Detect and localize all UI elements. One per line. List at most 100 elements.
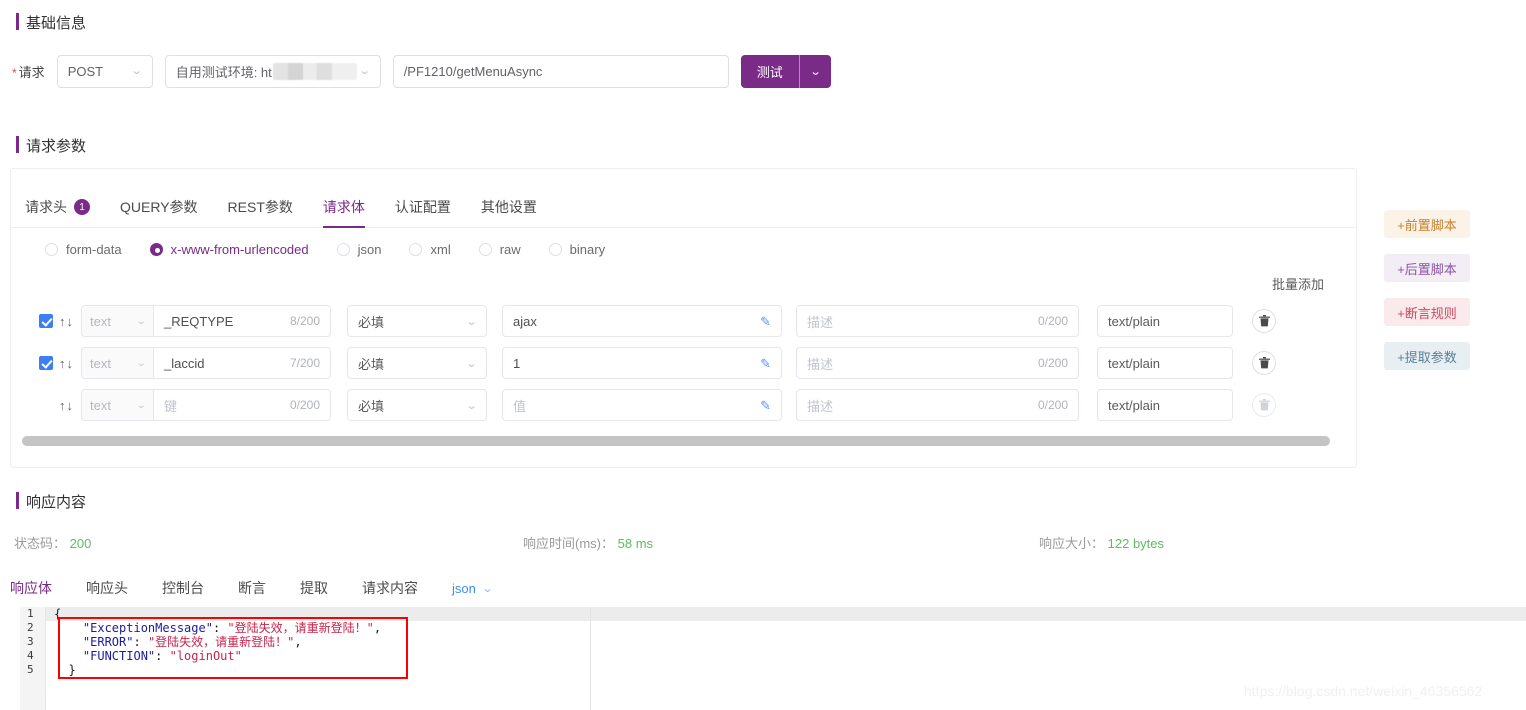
- environment-select[interactable]: 自用测试环境: ht ⌄: [164, 55, 381, 88]
- delete-row-button[interactable]: [1252, 351, 1276, 375]
- params-horizontal-scrollbar[interactable]: [22, 436, 1330, 446]
- url-input[interactable]: /PF1210/getMenuAsync: [392, 55, 729, 88]
- param-row-list: ↑ ↓ text ⌄ _REQTYPE 8/200 必填 ⌄ ajax ✎ 描述 0/200 text/…: [11, 300, 1356, 426]
- response-format-value: json: [452, 580, 476, 596]
- radio-dot-icon: [149, 243, 163, 256]
- response-tab-4[interactable]: 提取: [300, 578, 328, 598]
- move-down-icon[interactable]: ↓: [67, 356, 74, 371]
- param-type-select[interactable]: text ⌄: [81, 305, 153, 337]
- move-up-icon[interactable]: ↑: [59, 356, 66, 371]
- body-type-radio-0[interactable]: form-data: [45, 242, 122, 257]
- param-desc-input[interactable]: 描述 0/200: [796, 389, 1079, 421]
- trash-icon: [1258, 315, 1270, 327]
- request-params-title-text: 请求参数: [26, 138, 87, 155]
- move-down-icon[interactable]: ↓: [67, 398, 74, 413]
- param-desc-input[interactable]: 描述 0/200: [796, 347, 1079, 379]
- body-type-radio-2[interactable]: json: [336, 242, 381, 257]
- body-type-radio-4[interactable]: raw: [478, 242, 521, 257]
- trash-icon: [1258, 399, 1270, 411]
- response-tab-1[interactable]: 响应头: [86, 578, 128, 598]
- param-enable-checkbox[interactable]: [39, 356, 53, 370]
- radio-dot-icon: [548, 243, 562, 256]
- body-type-label: raw: [499, 242, 521, 257]
- param-tab-3[interactable]: 请求体: [322, 197, 365, 228]
- script-action-button-3[interactable]: +提取参数: [1384, 342, 1470, 370]
- param-tab-badge: 1: [74, 199, 90, 215]
- param-key-input[interactable]: _REQTYPE 8/200: [153, 305, 331, 337]
- edit-pencil-icon[interactable]: ✎: [760, 357, 771, 370]
- param-tab-1[interactable]: QUERY参数: [120, 197, 198, 227]
- param-type-select[interactable]: text ⌄: [81, 389, 153, 421]
- param-required-select[interactable]: 必填 ⌄: [347, 305, 487, 337]
- body-type-radio-3[interactable]: xml: [409, 242, 451, 257]
- param-tab-label: 认证配置: [394, 199, 451, 215]
- param-content-type-input[interactable]: text/plain: [1097, 305, 1233, 337]
- radio-dot-icon: [336, 243, 350, 256]
- editor-code-line: {: [54, 607, 381, 621]
- param-tab-label: 请求头: [25, 199, 67, 215]
- move-down-icon[interactable]: ↓: [67, 314, 74, 329]
- param-value-input[interactable]: ajax ✎: [502, 305, 782, 337]
- chevron-down-icon: ⌄: [135, 399, 147, 411]
- code-token: :: [133, 635, 148, 649]
- chevron-down-icon[interactable]: ⌄: [795, 65, 836, 78]
- body-type-radio-1[interactable]: x-www-from-urlencoded: [149, 242, 309, 257]
- request-label-text: 请求: [18, 65, 45, 80]
- response-format-select[interactable]: json ⌄: [452, 580, 493, 596]
- move-up-icon[interactable]: ↑: [59, 398, 66, 413]
- editor-line-number: 2: [27, 621, 34, 634]
- param-desc-input[interactable]: 描述 0/200: [796, 305, 1079, 337]
- editor-line-number-gutter: 12345: [20, 607, 46, 710]
- param-required-value: 必填: [358, 398, 385, 414]
- chevron-down-icon: ⌄: [465, 357, 478, 370]
- code-token: "ERROR": [82, 635, 134, 649]
- redacted-host-block: [272, 63, 357, 80]
- param-row: ↑ ↓ text ⌄ 键 0/200 必填 ⌄ 值 ✎ 描述 0/200 text/plain: [11, 384, 1356, 426]
- response-size-meta: 响应大小： 122 bytes: [1039, 533, 1164, 552]
- send-test-button[interactable]: 测试 ⌄: [740, 55, 831, 88]
- response-tab-3[interactable]: 断言: [238, 578, 266, 598]
- param-tab-5[interactable]: 其他设置: [481, 197, 537, 227]
- param-key-value: _REQTYPE: [164, 313, 234, 329]
- http-method-select[interactable]: POST ⌄: [56, 55, 153, 88]
- response-size-label: 响应大小：: [1039, 536, 1105, 551]
- code-token: {: [54, 607, 62, 621]
- param-tab-4[interactable]: 认证配置: [395, 197, 451, 227]
- param-key-input[interactable]: 键 0/200: [153, 389, 331, 421]
- param-enable-checkbox[interactable]: [39, 314, 53, 328]
- param-required-select[interactable]: 必填 ⌄: [347, 347, 487, 379]
- delete-row-button[interactable]: [1252, 309, 1276, 333]
- response-tab-0[interactable]: 响应体: [10, 578, 52, 598]
- param-tab-label: QUERY参数: [120, 199, 198, 215]
- param-key-value: 键: [164, 398, 178, 414]
- script-action-button-0[interactable]: +前置脚本: [1384, 210, 1470, 238]
- param-required-value: 必填: [358, 356, 385, 372]
- edit-pencil-icon[interactable]: ✎: [760, 399, 771, 412]
- param-content-type-input[interactable]: text/plain: [1097, 389, 1233, 421]
- script-action-button-1[interactable]: +后置脚本: [1384, 254, 1470, 282]
- param-value-input[interactable]: 1 ✎: [502, 347, 782, 379]
- param-value-input[interactable]: 值 ✎: [502, 389, 782, 421]
- status-code-label: 状态码：: [14, 536, 67, 551]
- batch-add-link[interactable]: 批量添加: [1272, 274, 1324, 293]
- param-key-input[interactable]: _laccid 7/200: [153, 347, 331, 379]
- param-tab-label: REST参数: [227, 199, 293, 215]
- param-content-type-value: text/plain: [1108, 397, 1161, 413]
- param-tab-0[interactable]: 请求头 1: [25, 197, 90, 227]
- move-up-icon[interactable]: ↑: [59, 314, 66, 329]
- param-content-type-input[interactable]: text/plain: [1097, 347, 1233, 379]
- editor-code-content: { "ExceptionMessage": "登陆失效，请重新登陆！", "ER…: [54, 607, 381, 677]
- script-action-button-2[interactable]: +断言规则: [1384, 298, 1470, 326]
- code-token: "登陆失效，请重新登陆！": [227, 621, 374, 635]
- param-type-select[interactable]: text ⌄: [81, 347, 153, 379]
- edit-pencil-icon[interactable]: ✎: [760, 315, 771, 328]
- editor-code-line: "ERROR": "登陆失效，请重新登陆！",: [54, 635, 381, 649]
- code-token: "登陆失效，请重新登陆！": [147, 635, 295, 649]
- param-tab-label: 其他设置: [480, 199, 537, 215]
- response-tab-5[interactable]: 请求内容: [362, 578, 418, 598]
- chevron-down-icon: ⌄: [135, 315, 147, 327]
- body-type-radio-5[interactable]: binary: [548, 242, 605, 257]
- param-tab-2[interactable]: REST参数: [228, 197, 293, 227]
- response-tab-2[interactable]: 控制台: [162, 578, 204, 598]
- param-required-select[interactable]: 必填 ⌄: [347, 389, 487, 421]
